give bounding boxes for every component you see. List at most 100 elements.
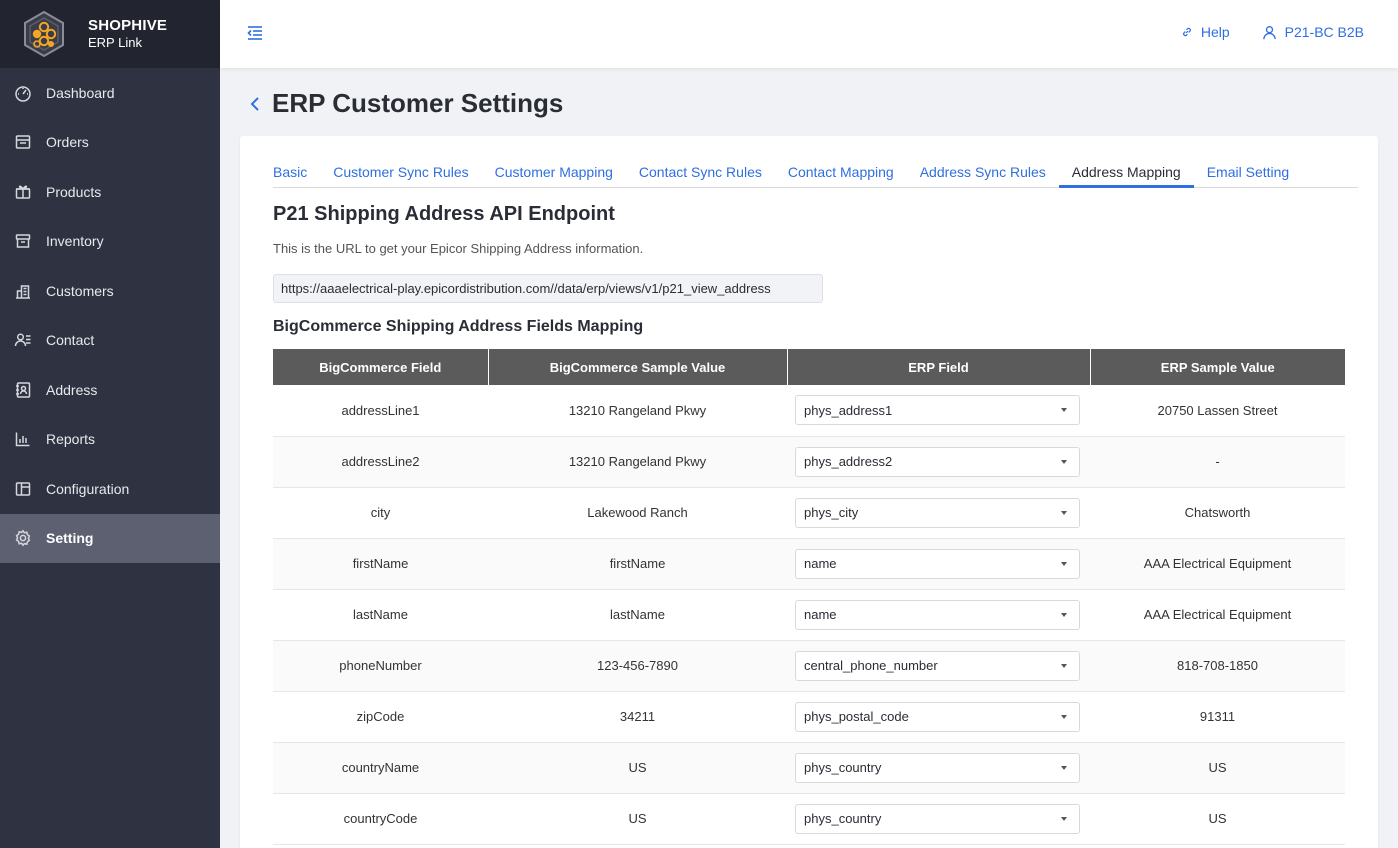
table-header-row: BigCommerce Field BigCommerce Sample Val… [273,349,1345,385]
bigcommerce-field-cell: zipCode [273,691,488,743]
erp-field-value: phys_country [804,811,882,826]
sidebar-item-label: Products [46,183,102,200]
reports-icon [14,430,32,448]
address-mapping-table: BigCommerce Field BigCommerce Sample Val… [273,349,1345,845]
erp-field-select[interactable]: phys_address2 [795,446,1080,477]
collapse-sidebar-icon[interactable] [246,24,264,42]
sidebar-item-configuration[interactable]: Configuration [0,464,220,514]
sidebar-item-reports[interactable]: Reports [0,415,220,465]
column-header: BigCommerce Field [273,349,489,385]
tab-contact-mapping[interactable]: Contact Mapping [775,157,907,188]
sidebar-item-inventory[interactable]: Inventory [0,217,220,267]
sidebar-item-contact[interactable]: Contact [0,316,220,366]
sidebar-item-products[interactable]: Products [0,167,220,217]
contact-icon [14,331,32,349]
bigcommerce-field-cell: addressLine1 [273,385,488,437]
erp-field-select[interactable]: phys_postal_code [795,701,1080,732]
sidebar-item-orders[interactable]: Orders [0,118,220,168]
erp-field-select[interactable]: phys_country [795,803,1080,834]
user-name: P21-BC B2B [1284,24,1364,40]
inventory-icon [14,232,32,250]
erp-field-cell: phys_postal_code [787,691,1090,743]
table-row: countryCode US phys_country US [273,793,1345,845]
bigcommerce-sample-cell: US [488,742,787,794]
address-icon [14,381,32,399]
erp-field-select[interactable]: central_phone_number [795,650,1080,681]
bigcommerce-sample-cell: 123-456-7890 [488,640,787,692]
sidebar-nav: Dashboard Orders Products Inventory Customer… [0,68,220,563]
erp-field-select[interactable]: phys_country [795,752,1080,783]
sidebar-item-dashboard[interactable]: Dashboard [0,68,220,118]
erp-field-value: central_phone_number [804,658,938,673]
user-menu[interactable]: P21-BC B2B [1262,24,1364,40]
erp-field-select[interactable]: name [795,548,1080,579]
endpoint-url-input[interactable] [273,274,823,303]
back-arrow-icon[interactable] [248,95,262,113]
bigcommerce-sample-cell: Lakewood Ranch [488,487,787,539]
table-row: phoneNumber 123-456-7890 central_phone_num… [273,640,1345,692]
tab-basic[interactable]: Basic [273,157,320,188]
orders-icon [14,133,32,151]
erp-field-cell: phys_address2 [787,436,1090,488]
caret-down-icon [1061,765,1067,770]
sidebar-item-label: Address [46,381,98,398]
tab-customer-mapping[interactable]: Customer Mapping [482,157,626,188]
erp-field-value: name [804,607,837,622]
erp-field-value: name [804,556,837,571]
settings-tabs: Basic Customer Sync Rules Customer Mapping… [273,157,1358,188]
sidebar-item-address[interactable]: Address [0,365,220,415]
caret-down-icon [1061,612,1067,617]
products-icon [14,183,32,201]
sidebar-item-label: Inventory [46,233,104,250]
shophive-logo-icon [24,10,64,58]
customers-icon [14,282,32,300]
erp-sample-cell: 20750 Lassen Street [1090,385,1345,437]
erp-sample-cell: AAA Electrical Equipment [1090,538,1345,590]
bigcommerce-field-cell: firstName [273,538,488,590]
erp-field-value: phys_address1 [804,402,893,418]
top-header: Help P21-BC B2B [220,0,1398,68]
erp-field-select[interactable]: phys_city [795,497,1080,528]
erp-field-select[interactable]: name [795,599,1080,630]
erp-field-value: phys_country [804,760,882,775]
bigcommerce-sample-cell: 13210 Rangeland Pkwy [488,436,787,488]
erp-field-cell: phys_address1 [787,385,1090,437]
tab-email-setting[interactable]: Email Setting [1194,157,1302,188]
caret-down-icon [1061,459,1067,464]
tab-address-mapping[interactable]: Address Mapping [1058,157,1194,188]
sidebar: SHOPHIVE ERP Link Dashboard Orders Product… [0,0,220,848]
table-row: countryName US phys_country US [273,742,1345,794]
sidebar-item-label: Reports [46,431,96,448]
erp-field-cell: phys_city [787,487,1090,539]
user-icon [1262,25,1276,39]
erp-field-cell: phys_country [787,793,1090,845]
setting-icon [14,529,32,547]
caret-down-icon [1061,408,1067,413]
erp-field-value: phys_postal_code [804,709,909,724]
bigcommerce-sample-cell: 13210 Rangeland Pkwy [488,385,787,437]
tab-customer-sync-rules[interactable]: Customer Sync Rules [320,157,481,188]
table-row: addressLine1 13210 Rangeland Pkwy phys_add… [273,385,1345,437]
sidebar-item-customers[interactable]: Customers [0,266,220,316]
help-link[interactable]: Help [1181,24,1230,40]
bigcommerce-sample-cell: firstName [488,538,787,590]
tab-contact-sync-rules[interactable]: Contact Sync Rules [626,157,775,188]
erp-sample-cell: AAA Electrical Equipment [1090,589,1345,641]
erp-sample-cell: Chatsworth [1090,487,1345,539]
endpoint-description: This is the URL to get your Epicor Shipp… [273,241,644,256]
caret-down-icon [1061,510,1067,515]
brand-subtitle: ERP Link [88,35,142,51]
bigcommerce-sample-cell: US [488,793,787,845]
caret-down-icon [1061,714,1067,719]
sidebar-item-setting[interactable]: Setting [0,513,220,563]
erp-sample-cell: 91311 [1090,691,1345,743]
erp-field-select[interactable]: phys_address1 [795,395,1080,426]
erp-sample-cell: US [1090,742,1345,794]
tab-address-sync-rules[interactable]: Address Sync Rules [907,157,1059,188]
brand[interactable]: SHOPHIVE ERP Link [0,0,220,68]
sidebar-item-label: Customers [46,282,114,299]
configuration-icon [14,480,32,498]
caret-down-icon [1061,561,1067,566]
bigcommerce-sample-cell: 34211 [488,691,787,743]
link-icon [1182,27,1191,37]
